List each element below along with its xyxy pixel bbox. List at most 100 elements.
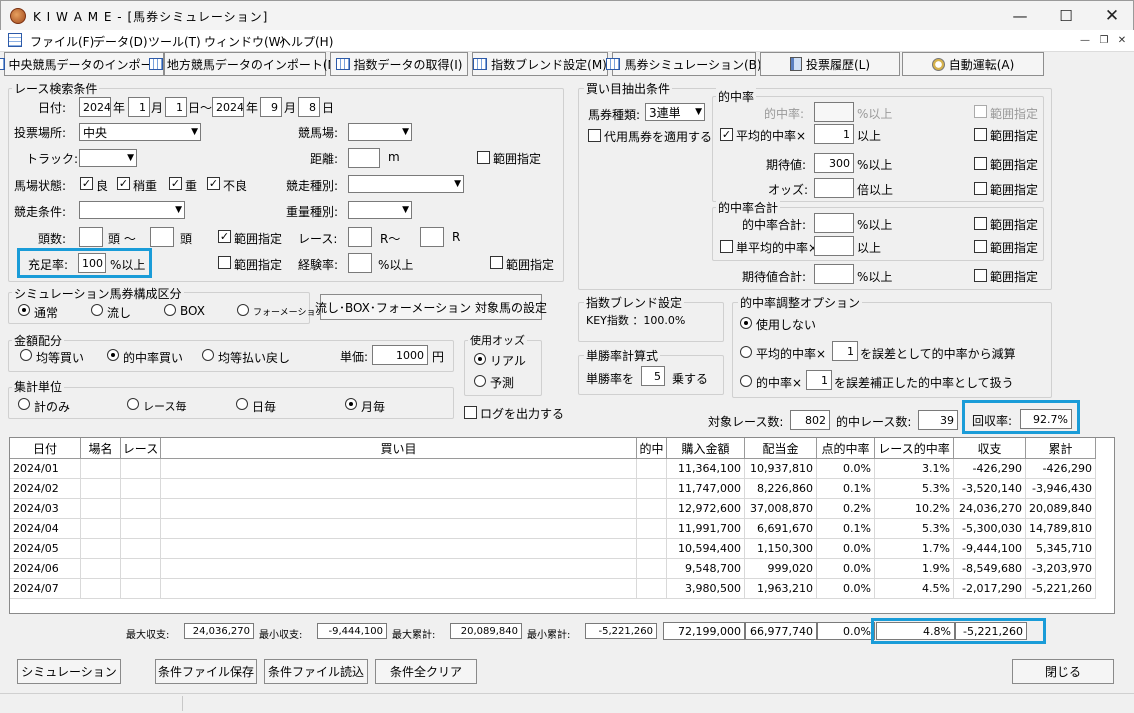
col-purchase[interactable]: 購入金額 — [667, 438, 745, 459]
adjust-correct-input[interactable]: 1 — [806, 370, 832, 390]
money-equal-radio[interactable] — [20, 349, 32, 361]
mdi-close-icon[interactable]: ✕ — [1115, 34, 1129, 48]
single-avg-input[interactable] — [814, 236, 854, 256]
to-day-input[interactable]: 8 — [298, 97, 320, 117]
col-bets[interactable]: 買い目 — [161, 438, 637, 459]
import-local-button[interactable]: 地方競馬データのインポート(N) — [148, 52, 341, 76]
log-output-checkbox[interactable] — [464, 406, 477, 419]
table-row[interactable]: 2024/05 10,594,400 1,150,300 0.0% 1.7% -9,444… — [10, 539, 1096, 559]
clear-conditions-button[interactable]: 条件全クリア — [375, 659, 477, 684]
sim-nagashi-radio[interactable] — [91, 304, 103, 316]
load-conditions-button[interactable]: 条件ファイル読込 — [264, 659, 368, 684]
distance-range-checkbox[interactable] — [477, 151, 490, 164]
adjust-correct-radio[interactable] — [740, 375, 752, 387]
close-window-button[interactable]: ✕ — [1089, 1, 1134, 31]
col-date[interactable]: 日付 — [10, 438, 81, 459]
import-central-button[interactable]: 中央競馬データのインポート(J) — [0, 52, 177, 76]
sim-box-radio[interactable] — [164, 304, 176, 316]
col-venue[interactable]: 場名 — [81, 438, 121, 459]
expected-sum-input[interactable] — [814, 264, 854, 284]
col-race-hit[interactable]: レース的中率 — [875, 438, 954, 459]
fill-range-checkbox[interactable] — [218, 256, 231, 269]
index-blend-button[interactable]: 指数ブレンド設定(M) — [472, 52, 608, 76]
heads-min-input[interactable] — [79, 227, 103, 247]
single-avg-checkbox[interactable] — [720, 240, 733, 253]
table-row[interactable]: 2024/04 11,991,700 6,691,670 0.1% 5.3% -5,300… — [10, 519, 1096, 539]
avg-hit-checkbox[interactable]: ✓ — [720, 128, 733, 141]
target-horse-config-button[interactable]: 流し･BOX･フォーメーション 対象馬の設定 — [315, 294, 547, 320]
experience-range-checkbox[interactable] — [490, 256, 503, 269]
avg-hit-input[interactable]: 1 — [814, 124, 854, 144]
col-payout[interactable]: 配当金 — [745, 438, 817, 459]
menu-help[interactable]: ヘルプ(H) — [279, 33, 333, 50]
to-year-input[interactable]: 2024 — [212, 97, 244, 117]
expected-value-input[interactable]: 300 — [814, 153, 854, 173]
adjust-subtract-radio[interactable] — [740, 346, 752, 358]
menu-data[interactable]: データ(D) — [93, 33, 148, 50]
fill-rate-input[interactable]: 100 — [78, 253, 106, 273]
table-row[interactable]: 2024/06 9,548,700 999,020 0.0% 1.9% -8,549,68… — [10, 559, 1096, 579]
maximize-button[interactable]: ☐ — [1043, 1, 1089, 31]
weight-type-select[interactable]: ▼ — [348, 201, 412, 219]
col-cumulative[interactable]: 累計 — [1026, 438, 1096, 459]
adjust-subtract-input[interactable]: 1 — [832, 341, 858, 361]
ticket-type-select[interactable]: 3連単 ▼ — [645, 103, 705, 121]
track-select[interactable]: ▼ — [79, 149, 137, 167]
substitute-ticket-checkbox[interactable] — [588, 129, 601, 142]
hit-rate-range-checkbox[interactable] — [974, 105, 987, 118]
cond-slightly-heavy-checkbox[interactable]: ✓ — [117, 177, 130, 190]
sim-normal-radio[interactable] — [18, 304, 30, 316]
experience-input[interactable] — [348, 253, 372, 273]
menu-window[interactable]: ウィンドウ(W) — [204, 33, 285, 50]
distance-input[interactable] — [348, 148, 380, 168]
ticket-simulation-button[interactable]: 馬券シミュレーション(B) — [606, 52, 762, 76]
agg-race-radio[interactable] — [127, 398, 139, 410]
money-hit-rate-radio[interactable] — [107, 349, 119, 361]
win-rate-input[interactable]: 5 — [641, 366, 665, 386]
expected-range-checkbox[interactable] — [974, 157, 987, 170]
menu-file[interactable]: ファイル(F) — [30, 33, 94, 50]
to-month-input[interactable]: 9 — [260, 97, 282, 117]
col-income[interactable]: 収支 — [954, 438, 1026, 459]
simulate-button[interactable]: シミュレーション — [17, 659, 121, 684]
race-min-input[interactable] — [348, 227, 372, 247]
odds-real-radio[interactable] — [474, 353, 486, 365]
agg-day-radio[interactable] — [236, 398, 248, 410]
fetch-index-button[interactable]: 指数データの取得(I) — [330, 52, 468, 76]
venue-select[interactable]: 中央 ▼ — [79, 123, 201, 141]
sim-formation-radio[interactable] — [237, 304, 249, 316]
agg-total-radio[interactable] — [18, 398, 30, 410]
hit-sum-range-checkbox[interactable] — [974, 217, 987, 230]
table-row[interactable]: 2024/03 12,972,600 37,008,870 0.2% 10.2% 24,0… — [10, 499, 1096, 519]
heads-range-checkbox[interactable]: ✓ — [218, 230, 231, 243]
odds-range-checkbox[interactable] — [974, 182, 987, 195]
agg-month-radio[interactable] — [345, 398, 357, 410]
mdi-restore-icon[interactable]: ❐ — [1097, 34, 1111, 48]
adjust-none-radio[interactable] — [740, 317, 752, 329]
money-equal-payout-radio[interactable] — [202, 349, 214, 361]
heads-max-input[interactable] — [150, 227, 174, 247]
table-row[interactable]: 2024/07 3,980,500 1,963,210 0.0% 4.5% -2,017,… — [10, 579, 1096, 599]
odds-input[interactable] — [814, 178, 854, 198]
col-hit[interactable]: 的中 — [637, 438, 667, 459]
col-race[interactable]: レース — [121, 438, 161, 459]
odds-forecast-radio[interactable] — [474, 375, 486, 387]
vote-history-button[interactable]: 投票履歴(L) — [760, 52, 900, 76]
avg-hit-range-checkbox[interactable] — [974, 128, 987, 141]
cond-good-checkbox[interactable]: ✓ — [80, 177, 93, 190]
hit-sum-input[interactable] — [814, 213, 854, 233]
cond-heavy-checkbox[interactable]: ✓ — [169, 177, 182, 190]
table-row[interactable]: 2024/02 11,747,000 8,226,860 0.1% 5.3% -3,520… — [10, 479, 1096, 499]
menu-tools[interactable]: ツール(T) — [148, 33, 201, 50]
col-point-hit[interactable]: 点的中率 — [817, 438, 875, 459]
course-select[interactable]: ▼ — [348, 123, 412, 141]
minimize-button[interactable]: — — [997, 1, 1043, 31]
race-max-input[interactable] — [420, 227, 444, 247]
table-row[interactable]: 2024/01 11,364,100 10,937,810 0.0% 3.1% -426,… — [10, 459, 1096, 479]
auto-run-button[interactable]: 自動運転(A) — [902, 52, 1044, 76]
mdi-minimize-icon[interactable]: — — [1078, 34, 1092, 48]
single-avg-range-checkbox[interactable] — [974, 240, 987, 253]
race-cond-select[interactable]: ▼ — [79, 201, 185, 219]
from-day-input[interactable]: 1 — [165, 97, 187, 117]
race-type-select[interactable]: ▼ — [348, 175, 464, 193]
